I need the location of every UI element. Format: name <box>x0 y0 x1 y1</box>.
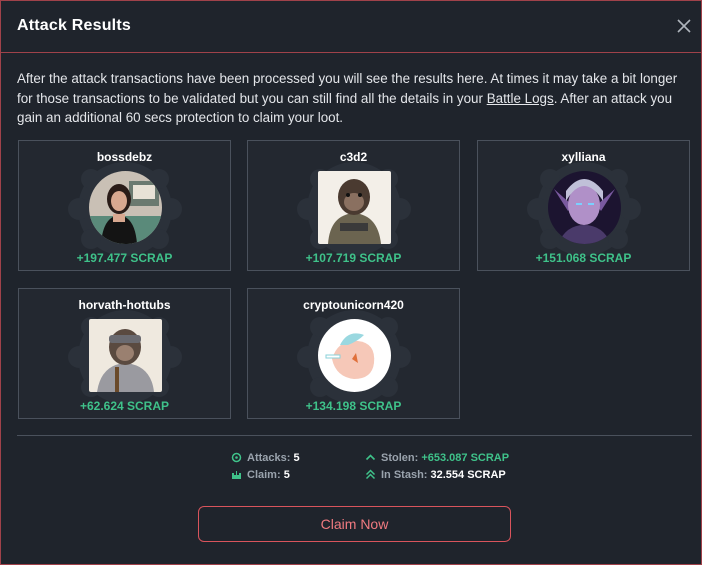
description: After the attack transactions have been … <box>17 69 685 128</box>
result-card: cryptounicorn420 +134.198 SCRAP <box>247 288 460 419</box>
result-card: xylliana +151.068 SCRAP <box>477 140 690 271</box>
scrap-amount: +62.624 SCRAP <box>79 399 170 413</box>
chevron-up-icon <box>365 454 376 461</box>
scrap-amount: +151.068 SCRAP <box>535 251 632 265</box>
attack-results-modal: Attack Results After the attack transact… <box>0 0 702 565</box>
stash-value: 32.554 SCRAP <box>430 469 506 481</box>
scrap-amount: +107.719 SCRAP <box>305 251 402 265</box>
attacks-value: 5 <box>293 452 300 464</box>
close-icon[interactable] <box>675 17 693 35</box>
scrap-amount: +134.198 SCRAP <box>305 399 402 413</box>
stash-label: In Stash: <box>381 469 428 481</box>
divider <box>17 435 692 436</box>
ape-hoodie-icon <box>318 171 391 244</box>
double-chevron-up-icon <box>365 469 376 480</box>
modal-title: Attack Results <box>17 17 131 34</box>
battle-logs-link[interactable]: Battle Logs <box>487 91 554 106</box>
claim-stat: Claim: 5 <box>231 469 290 481</box>
stolen-label: Stolen: <box>381 452 419 464</box>
ape-goggles-icon <box>89 319 162 392</box>
attacks-stat: Attacks: 5 <box>231 452 300 464</box>
castle-icon <box>232 471 241 479</box>
scrap-amount: +197.477 SCRAP <box>76 251 173 265</box>
result-card: c3d2 +107.719 SCRAP <box>247 140 460 271</box>
crosshair-icon <box>231 452 242 463</box>
claim-value: 5 <box>283 469 290 481</box>
result-card: horvath-hottubs +62.624 SCRAP <box>18 288 231 419</box>
stash-stat: In Stash: 32.554 SCRAP <box>365 469 506 481</box>
woman-photo-icon <box>89 171 162 244</box>
result-card: bossdebz +197.477 SCRAP <box>18 140 231 271</box>
claim-now-button[interactable]: Claim Now <box>198 506 511 542</box>
stolen-stat: Stolen: +653.087 SCRAP <box>365 452 509 464</box>
unicorn-icon <box>318 319 391 392</box>
stolen-value: +653.087 SCRAP <box>421 452 510 464</box>
attacks-label: Attacks: <box>247 452 291 464</box>
claim-label: Claim: <box>247 469 281 481</box>
elf-warrior-icon <box>548 171 621 244</box>
modal-header: Attack Results <box>1 1 701 53</box>
